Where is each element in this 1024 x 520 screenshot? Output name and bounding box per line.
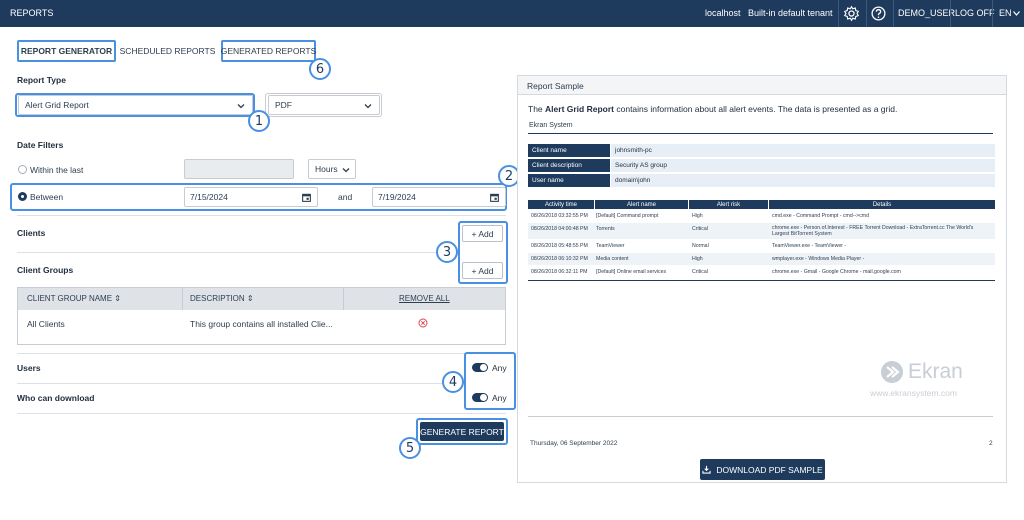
within-radio[interactable]: [18, 165, 27, 174]
info-value: johnsmith-pc: [611, 144, 995, 157]
callout-4: 4: [442, 371, 464, 393]
info-value: domain\john: [611, 174, 995, 187]
within-unit-select[interactable]: Hours: [308, 159, 356, 179]
generate-report-button[interactable]: GENERATE REPORT: [420, 422, 504, 441]
remove-all-link[interactable]: REMOVE ALL: [399, 294, 450, 303]
sample-footer-date: Thursday, 06 September 2022: [530, 440, 618, 447]
alert-col-time: Activity time: [528, 200, 594, 209]
divider: [17, 413, 506, 414]
tenant-name[interactable]: Built-in default tenant: [748, 8, 833, 18]
alert-row: 08/26/2018 04:00:48 PM Torrents Critical…: [528, 223, 995, 239]
report-sample-header: Report Sample: [518, 76, 1006, 95]
chevron-down-icon: [342, 168, 350, 173]
chevron-down-icon: [1013, 11, 1020, 16]
client-groups-label: Client Groups: [17, 265, 74, 275]
format-select[interactable]: PDF: [268, 95, 380, 115]
language-selector[interactable]: EN: [999, 8, 1012, 18]
download-any-toggle[interactable]: [472, 393, 488, 402]
alert-row: 08/26/2018 06:32:11 PM [Default] Online …: [531, 269, 901, 275]
alert-col-risk: Alert risk: [689, 200, 768, 209]
report-sample-panel: [517, 75, 1007, 483]
report-type-label: Report Type: [17, 75, 66, 85]
alert-row: 08/26/2018 05:48:55 PM TeamViewer Normal…: [531, 243, 847, 249]
within-label: Within the last: [30, 165, 84, 175]
info-key: Client name: [528, 144, 610, 157]
to-date-input[interactable]: 7/19/2024: [372, 187, 506, 207]
callout-5: 5: [399, 437, 421, 459]
download-icon: [702, 465, 711, 474]
top-bar: REPORTS localhost Built-in default tenan…: [0, 0, 1024, 27]
callout-1: 1: [248, 110, 270, 132]
tab-generated-reports[interactable]: GENERATED REPORTS: [221, 40, 316, 62]
column-header-description[interactable]: DESCRIPTION ⇕: [190, 294, 254, 303]
between-label: Between: [30, 192, 64, 202]
table-header: CLIENT GROUP NAME ⇕ DESCRIPTION ⇕ REMOVE…: [18, 288, 505, 310]
divider: [528, 416, 993, 417]
divider: [17, 353, 506, 354]
divider: [17, 252, 454, 253]
sample-footer-page: 2: [989, 440, 993, 447]
download-pdf-sample-button[interactable]: DOWNLOAD PDF SAMPLE: [700, 459, 825, 480]
column-header-name[interactable]: CLIENT GROUP NAME ⇕: [27, 294, 121, 303]
users-any-label: Any: [492, 363, 507, 373]
info-value: Security AS group: [611, 159, 995, 172]
between-radio[interactable]: [18, 192, 27, 201]
tab-report-generator[interactable]: REPORT GENERATOR: [17, 40, 116, 62]
alert-col-details: Details: [769, 200, 995, 209]
users-label: Users: [17, 363, 41, 373]
divider: [17, 215, 506, 216]
client-groups-table: CLIENT GROUP NAME ⇕ DESCRIPTION ⇕ REMOVE…: [17, 287, 506, 345]
sample-org-name: Ekran System: [529, 122, 573, 129]
logoff-link[interactable]: LOG OFF: [955, 8, 995, 18]
server-name: localhost: [705, 8, 741, 18]
users-any-toggle[interactable]: [472, 363, 488, 372]
info-key: Client description: [528, 159, 610, 172]
chevron-down-icon: [237, 104, 245, 109]
question-icon[interactable]: [870, 5, 887, 22]
info-key: User name: [528, 174, 610, 187]
divider: [17, 383, 461, 384]
from-date-input[interactable]: 7/15/2024: [184, 187, 318, 207]
chevron-down-icon: [364, 104, 372, 109]
callout-6: 6: [309, 58, 331, 80]
sample-description: The Alert Grid Report contains informati…: [528, 104, 898, 114]
and-label: and: [338, 192, 353, 202]
group-description-cell: This group contains all installed Clie..…: [190, 319, 333, 329]
divider: [528, 280, 995, 281]
date-filters-label: Date Filters: [17, 140, 64, 150]
add-client-button[interactable]: + Add: [462, 225, 503, 242]
tab-scheduled-reports[interactable]: SCHEDULED REPORTS: [120, 40, 216, 62]
alert-row: 08/26/2018 06:10:32 PM Media content Hig…: [528, 253, 995, 265]
alert-col-name: Alert name: [595, 200, 688, 209]
add-client-group-button[interactable]: + Add: [462, 262, 503, 279]
group-name-cell: All Clients: [27, 319, 65, 329]
download-any-label: Any: [492, 393, 507, 403]
highlight-toggles: [464, 352, 516, 410]
watermark-brand: Ekran: [908, 360, 963, 383]
divider: [528, 133, 993, 134]
calendar-icon[interactable]: [302, 193, 311, 202]
report-type-select[interactable]: Alert Grid Report: [18, 95, 253, 115]
remove-icon[interactable]: [418, 318, 428, 328]
who-can-download-label: Who can download: [17, 393, 95, 403]
report-sample-title: Report Sample: [527, 81, 584, 91]
callout-3: 3: [436, 241, 458, 263]
alert-row: 08/26/2018 03:32:55 PM [Default] Command…: [531, 213, 869, 219]
clients-label: Clients: [17, 228, 46, 238]
user-name[interactable]: DEMO_USER: [898, 8, 955, 18]
ekran-logo-icon: [881, 361, 903, 383]
calendar-icon[interactable]: [490, 193, 499, 202]
page-title: REPORTS: [10, 8, 54, 18]
within-value-input[interactable]: [184, 159, 294, 179]
watermark-url: www.ekransystem.com: [870, 388, 957, 398]
gear-icon[interactable]: [843, 5, 860, 22]
